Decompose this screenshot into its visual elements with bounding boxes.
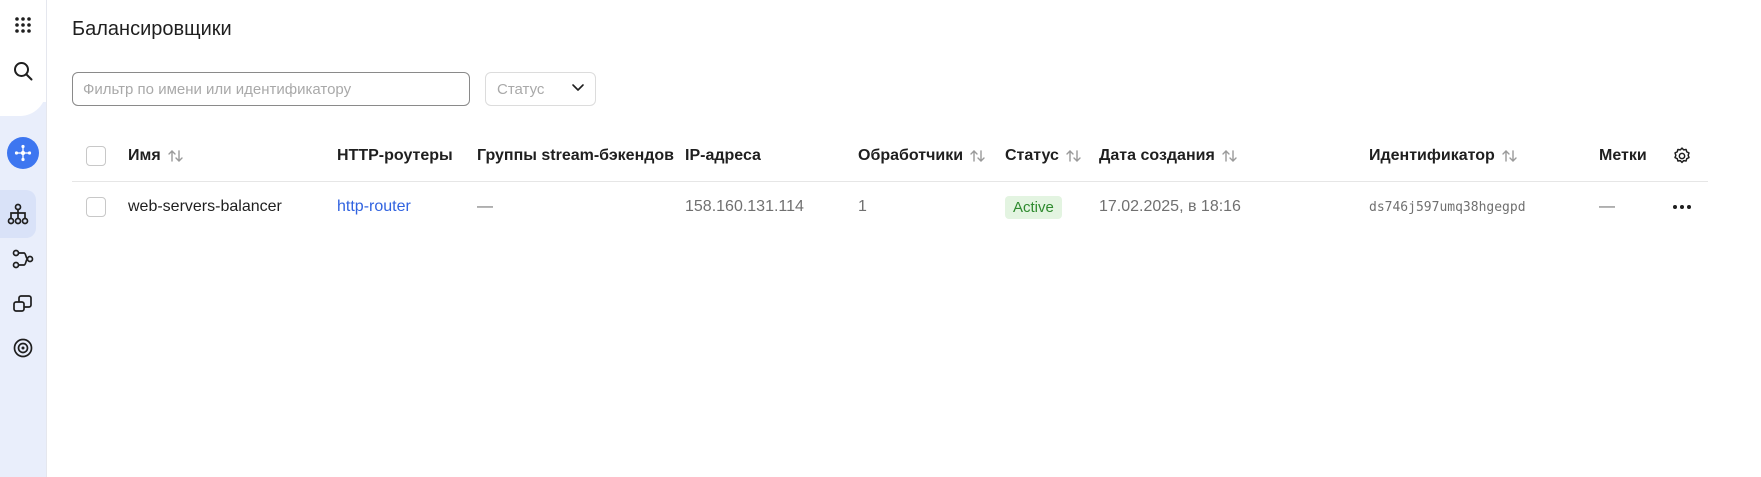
- column-created[interactable]: Дата создания: [1099, 131, 1239, 181]
- table-header: Имя HTTP-роутеры Группы stream-бэкендов …: [72, 131, 1708, 182]
- sort-icon[interactable]: [969, 149, 987, 163]
- row-listeners: 1: [858, 198, 867, 215]
- sort-icon[interactable]: [167, 149, 185, 163]
- apps-grid-icon[interactable]: [0, 2, 46, 48]
- row-labels: —: [1599, 198, 1615, 215]
- more-actions-icon[interactable]: [1672, 182, 1692, 232]
- column-labels: Метки: [1599, 147, 1647, 164]
- row-name[interactable]: web-servers-balancer: [128, 182, 282, 232]
- balancers-table: Имя HTTP-роутеры Группы stream-бэкендов …: [72, 131, 1708, 232]
- column-stream-groups: Группы stream-бэкендов: [477, 147, 675, 164]
- status-select-label: Статус: [497, 80, 545, 98]
- select-all-checkbox[interactable]: [86, 146, 106, 166]
- chevron-down-icon: [571, 80, 585, 99]
- column-ip: IP-адреса: [685, 147, 761, 164]
- row-http-router-link[interactable]: http-router: [337, 182, 411, 232]
- sort-icon[interactable]: [1221, 149, 1239, 163]
- column-name[interactable]: Имя: [128, 131, 185, 181]
- sort-icon[interactable]: [1065, 149, 1083, 163]
- load-balancers-icon[interactable]: [0, 191, 36, 237]
- row-id: ds746j597umq38hgegpd: [1369, 199, 1526, 215]
- backend-groups-icon[interactable]: [0, 280, 46, 326]
- page-title: Балансировщики: [72, 18, 232, 40]
- sidebar: [0, 0, 47, 477]
- row-checkbox[interactable]: [86, 197, 106, 217]
- status-badge: Active: [1005, 195, 1062, 219]
- column-http-routers: HTTP-роутеры: [337, 147, 453, 164]
- column-id-label: Идентификатор: [1369, 147, 1495, 164]
- column-name-label: Имя: [128, 147, 161, 164]
- table-row[interactable]: web-servers-balancer http-router — 158.1…: [72, 182, 1708, 232]
- target-groups-icon[interactable]: [0, 325, 46, 371]
- column-created-label: Дата создания: [1099, 147, 1215, 164]
- http-routers-icon[interactable]: [0, 236, 46, 282]
- column-status[interactable]: Статус: [1005, 131, 1083, 181]
- sort-icon[interactable]: [1501, 149, 1519, 163]
- search-icon[interactable]: [0, 48, 46, 94]
- main-content: Балансировщики Статус Имя HTTP-роутеры Г…: [72, 0, 1761, 477]
- column-id[interactable]: Идентификатор: [1369, 131, 1519, 181]
- service-logo-icon[interactable]: [0, 130, 46, 176]
- gear-icon[interactable]: [1672, 131, 1692, 181]
- row-ip: 158.160.131.114: [685, 198, 804, 215]
- column-listeners[interactable]: Обработчики: [858, 131, 987, 181]
- column-status-label: Статус: [1005, 147, 1059, 164]
- column-listeners-label: Обработчики: [858, 147, 964, 164]
- row-stream-groups: —: [477, 198, 493, 215]
- status-select[interactable]: Статус: [485, 72, 596, 106]
- filter-input[interactable]: [72, 72, 470, 106]
- row-created: 17.02.2025, в 18:16: [1099, 198, 1241, 215]
